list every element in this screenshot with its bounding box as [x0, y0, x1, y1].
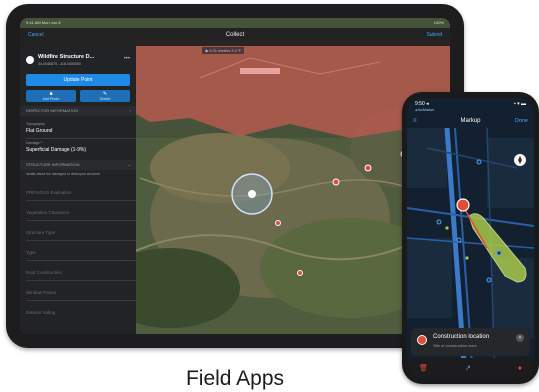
card-subtitle: Site of construction work: [433, 343, 477, 348]
section-structure-information[interactable]: STRUCTURE INFORMATION ⌄: [20, 160, 136, 170]
divider: [26, 240, 136, 241]
sketch-button[interactable]: ✎ Sketch: [80, 90, 130, 102]
field-vegetation-clearance[interactable]: Vegetation Clearance: [26, 210, 69, 215]
field-exterior-siding[interactable]: Exterior Siding: [26, 310, 55, 315]
feature-coordinates: 34.0546875, -118.0000000: [38, 62, 81, 66]
done-button[interactable]: Done: [515, 118, 528, 124]
phone-toolbar: 🗑 ↗ ●: [407, 358, 534, 378]
trash-icon[interactable]: 🗑: [419, 364, 428, 372]
feature-title: Wildfire Structure D...: [38, 54, 95, 60]
divider: [26, 220, 136, 221]
section-title: STRUCTURE INFORMATION: [26, 162, 80, 167]
more-icon[interactable]: •••: [124, 56, 130, 62]
add-photo-button[interactable]: ■ Add Photo: [26, 90, 76, 102]
phone-status-icons: ▪ ▾ ▬: [513, 101, 526, 107]
markup-detail-card[interactable]: Construction location Site of constructi…: [411, 328, 530, 356]
iphone-device: 9:50 ◂ ▪ ▾ ▬ ◂ ArcMarker ≡ Markup Done C…: [402, 92, 539, 384]
phone-status-bar: 9:50 ◂ ▪ ▾ ▬: [415, 101, 526, 107]
divider: [26, 300, 136, 301]
card-title: Construction location: [433, 334, 490, 340]
submit-button[interactable]: Submit: [426, 32, 442, 38]
section-inspector-information[interactable]: INSPECTOR INFORMATION ›: [20, 106, 136, 116]
field-roof-construction[interactable]: Roof Construction: [26, 270, 62, 275]
section-title: INSPECTOR INFORMATION: [26, 108, 79, 113]
field-label-damage: Damage *: [26, 141, 42, 145]
nav-title: Collect: [225, 32, 245, 38]
field-structure-type[interactable]: Structure Type: [26, 230, 55, 235]
navigation-bar: Cancel Collect Submit: [20, 28, 450, 46]
divider: [26, 280, 136, 281]
caption: Field Apps: [185, 367, 285, 390]
feature-symbol-icon: [26, 56, 34, 64]
ipad-device: 9:41 AM Mon Jun 8 100% Cancel Collect Su…: [6, 4, 464, 348]
close-icon[interactable]: ✕: [516, 334, 524, 342]
status-battery: 100%: [433, 20, 444, 25]
status-bar: 9:41 AM Mon Jun 8 100%: [20, 18, 450, 28]
iphone-screen: 9:50 ◂ ▪ ▾ ▬ ◂ ArcMarker ≡ Markup Done C…: [407, 98, 534, 378]
phone-status-time: 9:50 ◂: [415, 101, 429, 107]
update-point-button[interactable]: Update Point: [26, 74, 130, 86]
divider: [26, 138, 136, 139]
field-value-damage[interactable]: Superficial Damage (1-9%): [26, 147, 86, 153]
field-window-panes[interactable]: Window Panes: [26, 290, 56, 295]
sketch-label: Sketch: [99, 97, 111, 101]
feature-header: Wildfire Structure D... 34.0546875, -118…: [26, 54, 130, 70]
map-label: [240, 68, 280, 74]
ipad-screen: 9:41 AM Mon Jun 8 100% Cancel Collect Su…: [20, 18, 450, 334]
back-link[interactable]: ◂ ArcMarker: [415, 108, 434, 112]
section-description: details about the damaged or destroyed s…: [26, 172, 100, 176]
location-accuracy-chip[interactable]: ◆ 0.01 meters 3.1°F: [202, 47, 245, 54]
share-icon[interactable]: ↗: [465, 364, 471, 372]
add-photo-label: Add Photo: [42, 97, 60, 101]
field-type[interactable]: Type: [26, 250, 36, 255]
marker-icon: [417, 335, 427, 345]
field-label-topography: Topography: [26, 122, 45, 126]
feature-form-panel: Wildfire Structure D... 34.0546875, -118…: [20, 46, 136, 334]
field-previous-evaluation[interactable]: PREVIOUS Evaluation: [26, 190, 72, 195]
field-value-topography[interactable]: Flat Ground: [26, 128, 52, 134]
phone-navigation-bar: ≡ Markup Done: [407, 114, 534, 128]
divider: [26, 200, 136, 201]
status-time: 9:41 AM Mon Jun 8: [26, 20, 61, 25]
chevron-down-icon: ⌄: [127, 162, 131, 167]
chevron-right-icon: ›: [129, 108, 131, 113]
record-icon[interactable]: ●: [518, 365, 522, 372]
divider: [26, 260, 136, 261]
